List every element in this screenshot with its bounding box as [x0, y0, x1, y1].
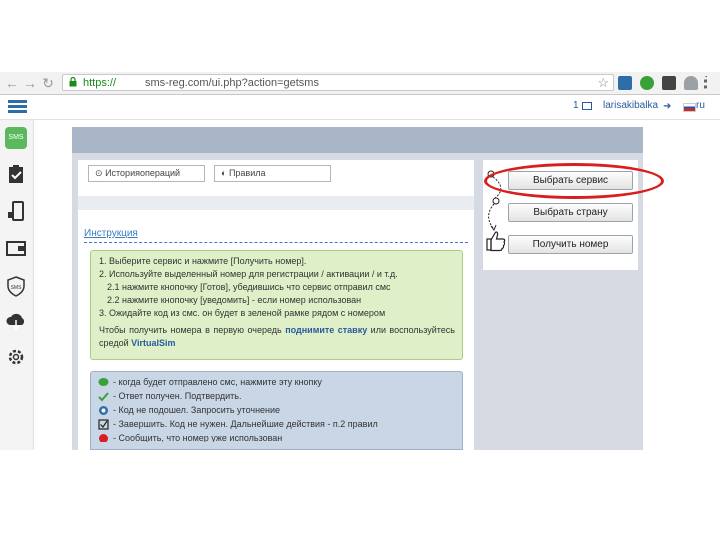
- legend-box: - когда будет отправлено смс, нажмите эт…: [90, 371, 463, 450]
- back-icon[interactable]: ←: [4, 75, 20, 91]
- rules-icon: ◐: [221, 168, 227, 178]
- steps-info-box: 1. Выберите сервис и нажмите [Получить н…: [90, 250, 463, 360]
- extension-tray-icon[interactable]: [662, 76, 676, 90]
- browser-toolbar: ← → ↻ https:// sms-reg.com/ui.php?action…: [0, 72, 720, 95]
- priority-paragraph: Чтобы получить номера в первую очередь п…: [99, 324, 455, 350]
- sms-bubble-icon: [98, 378, 109, 386]
- legend-item: - Завершить. Код не нужен. Дальнейшие де…: [113, 419, 378, 429]
- checkbox-icon: [98, 419, 109, 430]
- gear-icon[interactable]: [5, 346, 27, 368]
- rules-label: Правила: [228, 168, 266, 178]
- legend-item: - Код не подошел. Запросить уточнение: [113, 405, 281, 415]
- highlight-oval: [484, 163, 664, 199]
- wallet-icon[interactable]: [5, 237, 27, 259]
- cloud-download-icon[interactable]: [5, 310, 27, 332]
- step-line: 3. Ожидайте код из смс. он будет в зелен…: [99, 308, 386, 318]
- username-link[interactable]: larisakibalka: [603, 100, 658, 111]
- warning-icon: [99, 434, 108, 442]
- clipboard-icon[interactable]: [5, 163, 27, 185]
- history-label: Историяопераций: [105, 168, 181, 178]
- extension-download-icon[interactable]: [618, 76, 632, 90]
- legend-item: - когда будет отправлено смс, нажмите эт…: [113, 377, 322, 387]
- url-path: sms-reg.com/ui.php?action=getsms: [145, 77, 319, 89]
- legend-item: - Ответ получен. Подтвердить.: [113, 391, 242, 401]
- dashed-divider: [84, 242, 468, 243]
- step-line: 2.1 нажмите кнопочку [Готов], убедившись…: [107, 282, 391, 292]
- history-icon: ⊙: [95, 168, 103, 178]
- sms-logo-icon[interactable]: SMS: [5, 127, 27, 149]
- forward-icon[interactable]: →: [22, 75, 38, 91]
- thumbs-up-icon: [486, 231, 506, 252]
- history-button[interactable]: ⊙ Историяопераций: [88, 165, 205, 182]
- instructions-box: ⊙ Историяопераций ◐ Правила Инструкция 1…: [78, 160, 474, 450]
- flag-ru-icon[interactable]: [683, 103, 696, 112]
- svg-text:SMS: SMS: [11, 285, 23, 291]
- language-link[interactable]: ru: [696, 100, 705, 111]
- get-number-button[interactable]: Получить номер: [508, 235, 633, 254]
- url-scheme: https://: [83, 77, 117, 89]
- virtualsim-link[interactable]: VirtualSim: [131, 338, 175, 348]
- raise-bid-link[interactable]: поднимите ставку: [285, 325, 367, 335]
- step-line: 2.2 нажмите кнопочку [уведомить] - если …: [107, 295, 362, 305]
- step-line: 2. Используйте выделенный номер для реги…: [99, 269, 398, 279]
- extension-leaf-icon[interactable]: [640, 76, 654, 90]
- panel-header: [72, 127, 643, 153]
- para-text: Чтобы получить номера в первую очередь: [99, 325, 282, 335]
- choose-country-button[interactable]: Выбрать страну: [508, 203, 633, 222]
- rules-button[interactable]: ◐ Правила: [214, 165, 331, 182]
- menu-icon[interactable]: [704, 76, 711, 90]
- divider-strip: [78, 196, 474, 210]
- message-icon[interactable]: [582, 102, 592, 110]
- address-bar[interactable]: https:// sms-reg.com/ui.php?action=getsm…: [62, 74, 614, 91]
- refresh-circle-icon: [99, 406, 108, 415]
- instructions-title[interactable]: Инструкция: [84, 228, 138, 239]
- logout-icon[interactable]: ➜: [663, 101, 671, 112]
- lock-icon: [69, 77, 77, 87]
- extension-cloud-icon[interactable]: [684, 76, 698, 90]
- notification-count[interactable]: 1: [573, 100, 579, 111]
- shield-sms-icon[interactable]: SMS: [5, 275, 27, 297]
- sidebar: SMS SMS: [0, 120, 34, 450]
- phone-icon[interactable]: [5, 200, 27, 222]
- site-header: 1 larisakibalka ➜ ru: [0, 95, 720, 120]
- checkmark-icon: [98, 392, 109, 402]
- legend-item: - Сообщить, что номер уже использован: [113, 433, 283, 442]
- reload-icon[interactable]: ↻: [40, 75, 56, 91]
- star-icon[interactable]: ☆: [597, 75, 609, 91]
- step-line: 1. Выберите сервис и нажмите [Получить н…: [99, 256, 307, 266]
